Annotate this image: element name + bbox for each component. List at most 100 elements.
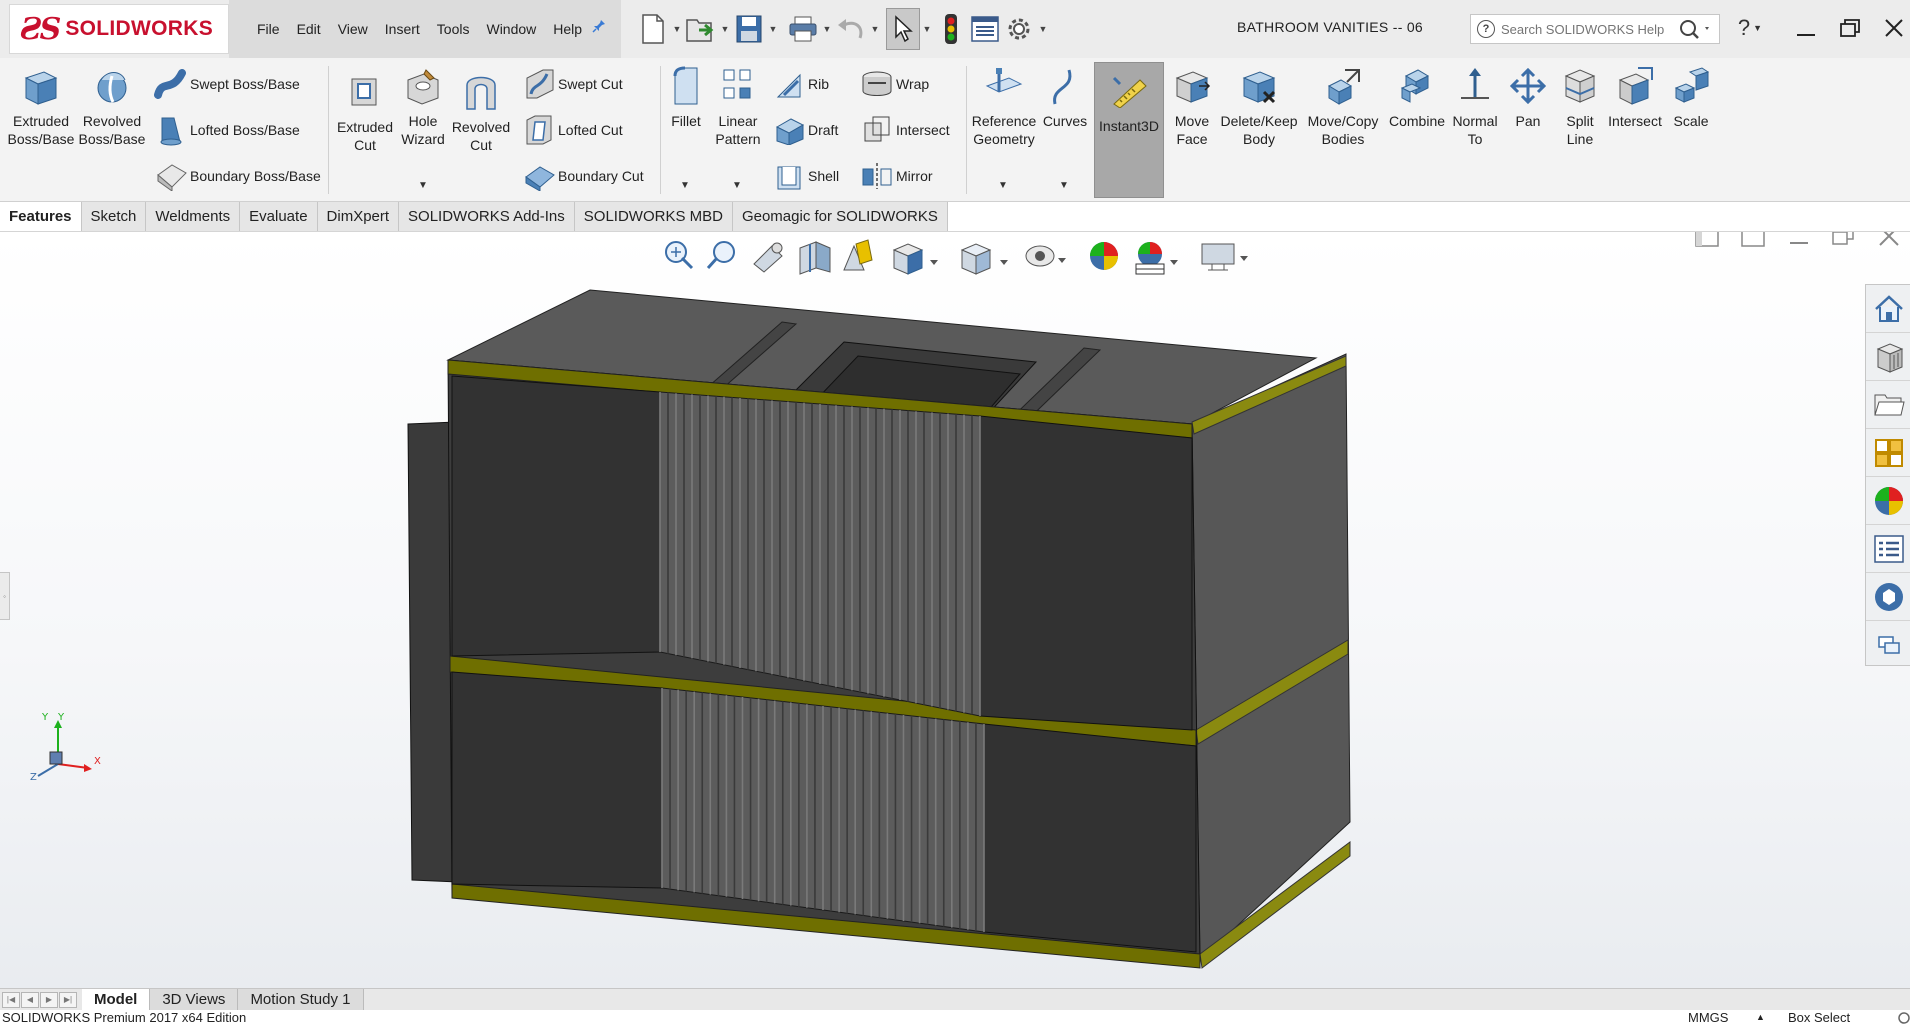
curves-dropdown-icon[interactable]: ▼ [1059, 180, 1069, 191]
revolved-boss-button[interactable]: Revolved Boss/Base [78, 64, 146, 148]
search-icon[interactable] [1679, 19, 1713, 44]
rib-button[interactable]: Rib [772, 66, 829, 102]
wrap-button[interactable]: Wrap [860, 66, 929, 102]
menu-window[interactable]: Window [486, 21, 536, 37]
file-properties-icon[interactable] [968, 8, 1002, 50]
first-tab-icon[interactable]: |◀ [2, 991, 20, 1008]
search-input[interactable] [1501, 21, 1671, 37]
tab-mbd[interactable]: SOLIDWORKS MBD [574, 202, 733, 231]
view-palette-icon[interactable] [1866, 429, 1910, 477]
tab-sketch[interactable]: Sketch [81, 202, 147, 231]
pattern-dropdown-icon[interactable]: ▼ [732, 180, 742, 191]
linear-pattern-button[interactable]: Linear Pattern [710, 64, 766, 148]
instant3d-button[interactable]: Instant3D [1094, 62, 1164, 198]
lower-drawer-left-panel[interactable] [451, 671, 663, 889]
mirror-button[interactable]: Mirror [860, 158, 933, 194]
swept-cut-button[interactable]: Swept Cut [522, 66, 623, 102]
scale-button[interactable]: Scale [1668, 64, 1714, 130]
save-icon[interactable] [732, 8, 766, 50]
status-bar-customize-icon[interactable] [1898, 1010, 1910, 1026]
select-pointer-icon[interactable] [886, 8, 920, 50]
new-document-icon[interactable] [636, 8, 670, 50]
lofted-boss-button[interactable]: Lofted Boss/Base [154, 112, 300, 148]
options-dropdown-icon[interactable]: ▼ [1036, 8, 1050, 50]
boundary-boss-button[interactable]: Boundary Boss/Base [154, 158, 321, 194]
menu-help[interactable]: Help [553, 21, 582, 37]
hole-wizard-button[interactable]: Hole Wizard [398, 64, 448, 148]
new-dropdown-icon[interactable]: ▼ [670, 8, 684, 50]
appearances-scenes-icon[interactable] [1866, 477, 1910, 525]
tab-geomagic[interactable]: Geomagic for SOLIDWORKS [732, 202, 948, 231]
curves-button[interactable]: Curves [1040, 64, 1090, 130]
undo-dropdown-icon[interactable]: ▼ [868, 8, 882, 50]
help-menu-icon[interactable]: ? ▼ [1728, 10, 1772, 46]
menu-tools[interactable]: Tools [437, 21, 470, 37]
file-explorer-icon[interactable] [1866, 381, 1910, 429]
restore-icon[interactable] [1828, 10, 1872, 46]
revolved-cut-button[interactable]: Revolved Cut [450, 70, 512, 154]
sw-community-icon[interactable] [1866, 621, 1910, 669]
open-document-icon[interactable] [684, 8, 718, 50]
tab-model[interactable]: Model [82, 989, 151, 1010]
print-icon[interactable] [786, 8, 820, 50]
move-face-button[interactable]: Move Face [1168, 64, 1216, 148]
split-line-button[interactable]: Split Line [1556, 64, 1604, 148]
minimize-icon[interactable] [1784, 10, 1828, 46]
lofted-cut-button[interactable]: Lofted Cut [522, 112, 623, 148]
swept-boss-button[interactable]: Swept Boss/Base [154, 66, 300, 102]
reference-geometry-button[interactable]: Reference Geometry [966, 64, 1042, 148]
tab-addins[interactable]: SOLIDWORKS Add-Ins [399, 202, 575, 231]
tab-features[interactable]: Features [0, 202, 82, 231]
tab-evaluate[interactable]: Evaluate [240, 202, 318, 231]
menu-insert[interactable]: Insert [385, 21, 420, 37]
search-help-box[interactable]: ? [1470, 14, 1720, 44]
intersect-button[interactable]: Intersect [1604, 64, 1666, 130]
vanity-model[interactable] [0, 232, 1910, 988]
combine-button[interactable]: Combine [1386, 64, 1448, 130]
solidworks-resources-home-icon[interactable] [1866, 285, 1910, 333]
intersect-small-button[interactable]: Intersect [860, 112, 950, 148]
print-dropdown-icon[interactable]: ▼ [820, 8, 834, 50]
shell-button[interactable]: Shell [772, 158, 839, 194]
menu-file[interactable]: File [257, 21, 280, 37]
tab-weldments[interactable]: Weldments [146, 202, 241, 231]
fillet-dropdown-icon[interactable]: ▼ [680, 180, 690, 191]
hole-wizard-dropdown-icon[interactable]: ▼ [418, 180, 428, 191]
boundary-cut-button[interactable]: Boundary Cut [522, 158, 644, 194]
lower-drawer-right-panel[interactable] [983, 723, 1197, 953]
pan-button[interactable]: Pan [1502, 64, 1554, 130]
fillet-button[interactable]: Fillet [664, 64, 708, 130]
tab-motion-study-1[interactable]: Motion Study 1 [238, 989, 364, 1010]
custom-properties-icon[interactable] [1866, 525, 1910, 573]
design-library-icon[interactable] [1866, 333, 1910, 381]
save-dropdown-icon[interactable]: ▼ [766, 8, 780, 50]
close-icon[interactable] [1872, 10, 1910, 46]
options-gear-icon[interactable] [1002, 8, 1036, 50]
prev-tab-icon[interactable]: ◀ [21, 991, 39, 1008]
upper-drawer-left-panel[interactable] [451, 375, 661, 657]
menu-edit[interactable]: Edit [297, 21, 321, 37]
move-copy-bodies-button[interactable]: Move/Copy Bodies [1302, 64, 1384, 148]
extruded-boss-button[interactable]: Extruded Boss/Base [8, 64, 74, 148]
units-menu-arrow-icon[interactable]: ▲ [1756, 1012, 1765, 1022]
next-tab-icon[interactable]: ▶ [40, 991, 58, 1008]
upper-drawer-right-panel[interactable] [979, 415, 1193, 731]
open-dropdown-icon[interactable]: ▼ [718, 8, 732, 50]
reference-geometry-dropdown-icon[interactable]: ▼ [998, 180, 1008, 191]
solidworks-logo[interactable]: ƧS SOLIDWORKS [9, 4, 229, 54]
units-system[interactable]: MMGS [1688, 1010, 1728, 1025]
solidworks-forum-icon[interactable] [1866, 573, 1910, 621]
select-dropdown-icon[interactable]: ▼ [920, 8, 934, 50]
menu-view[interactable]: View [338, 21, 368, 37]
graphics-area[interactable]: ◦ Y Y X Z [0, 232, 1910, 988]
tab-3d-views[interactable]: 3D Views [150, 989, 239, 1010]
last-tab-icon[interactable]: ▶| [59, 991, 77, 1008]
tab-dimxpert[interactable]: DimXpert [317, 202, 400, 231]
delete-keep-body-button[interactable]: Delete/Keep Body [1218, 64, 1300, 148]
normal-to-button[interactable]: Normal To [1450, 64, 1500, 148]
selection-mode[interactable]: Box Select [1788, 1010, 1850, 1025]
pin-menu-icon[interactable] [591, 18, 609, 36]
rebuild-traffic-light-icon[interactable] [934, 8, 968, 50]
extruded-cut-button[interactable]: Extruded Cut [334, 70, 396, 154]
undo-icon[interactable] [834, 8, 868, 50]
